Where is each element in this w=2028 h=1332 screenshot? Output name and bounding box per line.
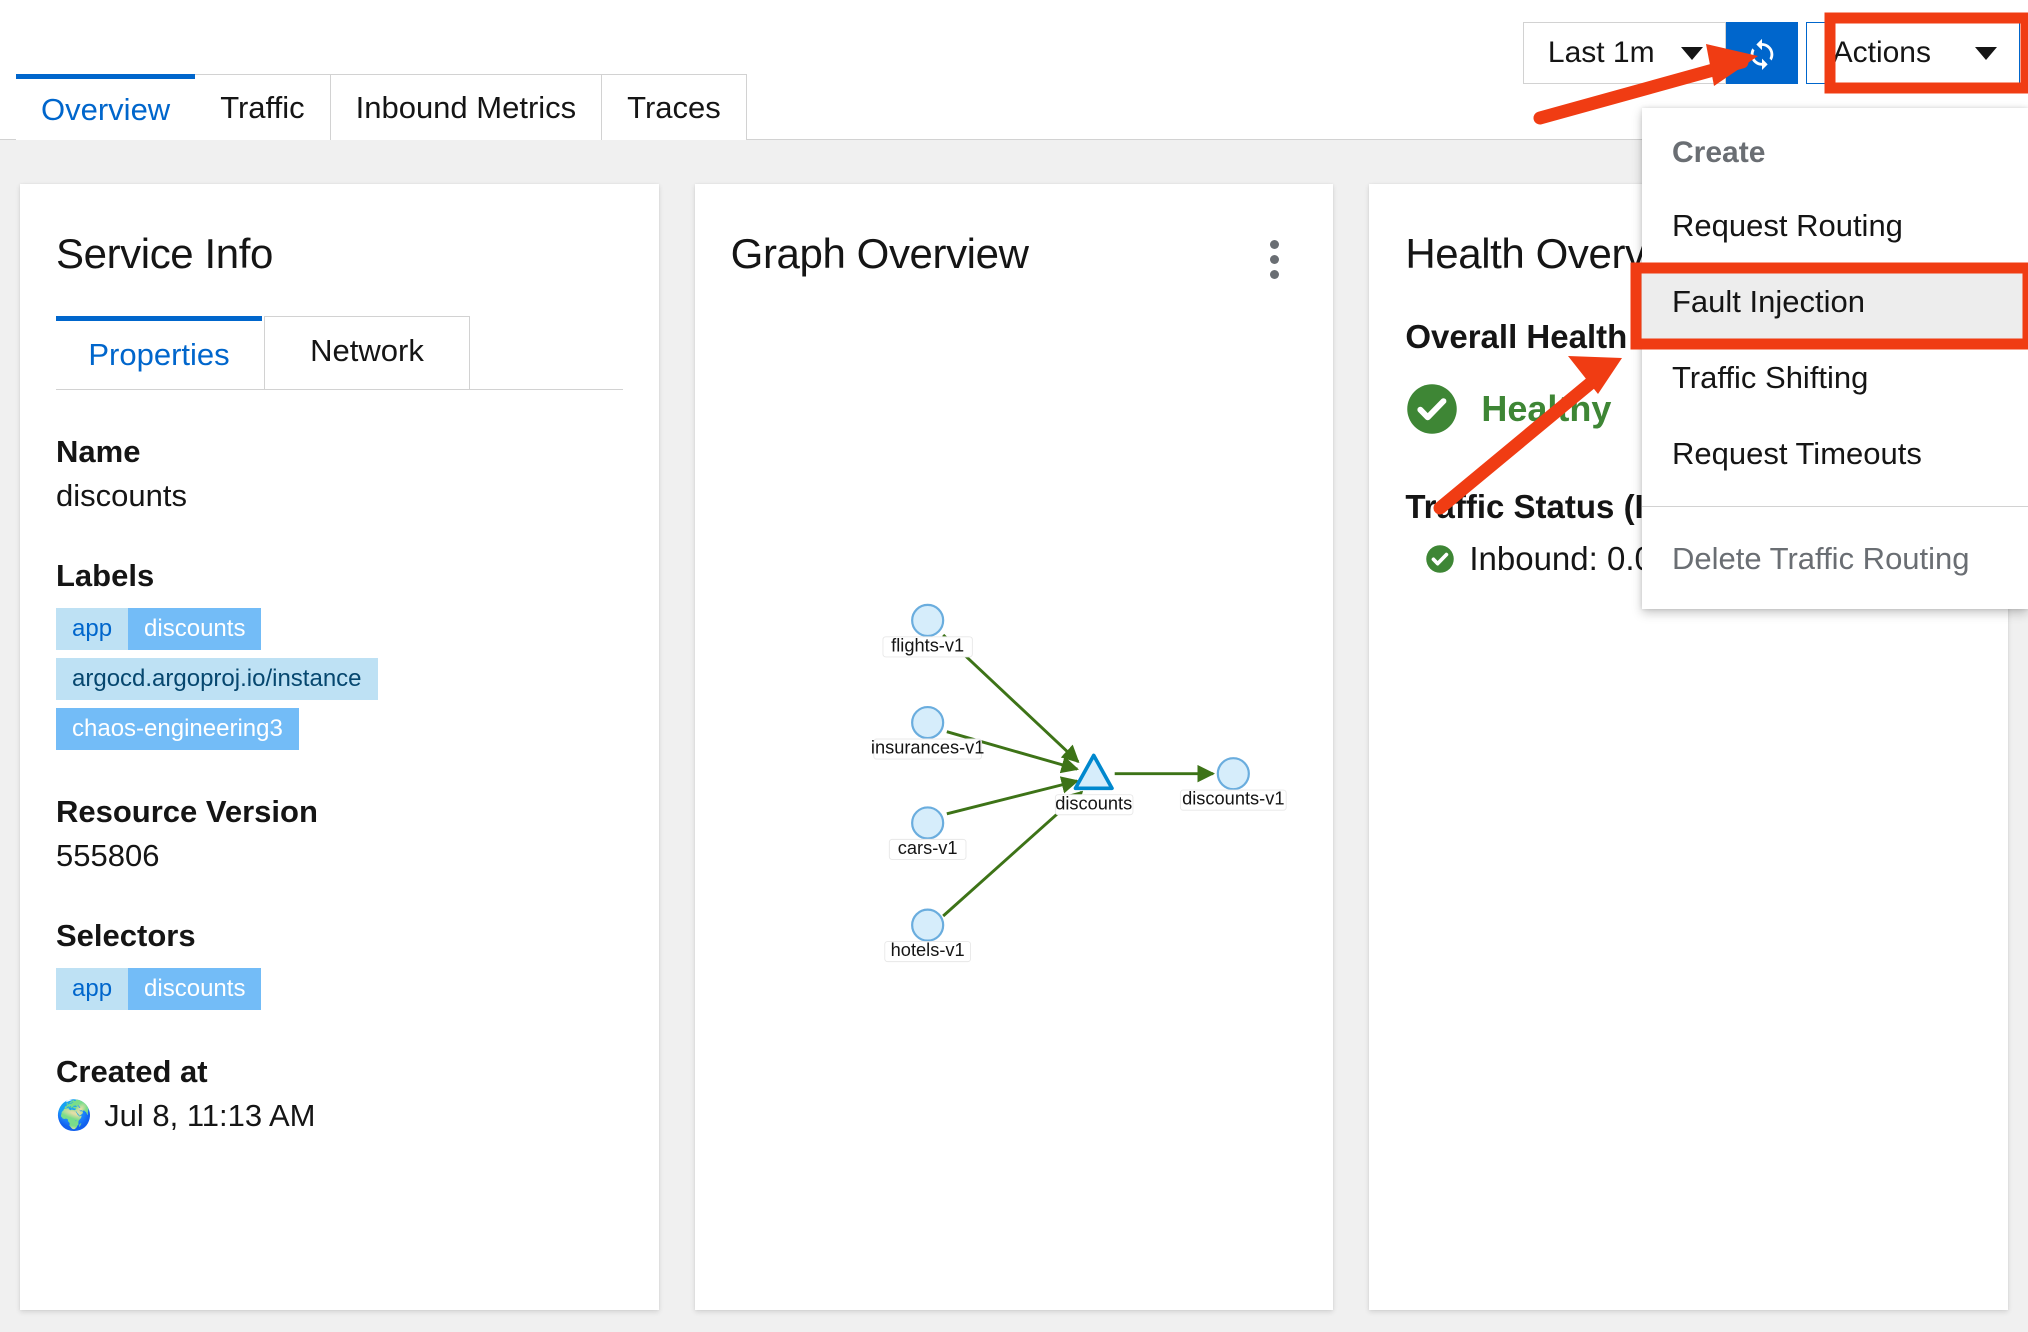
chevron-down-icon bbox=[1975, 46, 1997, 60]
subtab-label: Network bbox=[310, 333, 424, 368]
tab-overview[interactable]: Overview bbox=[16, 74, 196, 140]
graph-node-hotels-v1[interactable]: hotels-v1 bbox=[883, 908, 971, 963]
actions-dropdown-menu: Create Request Routing Fault Injection T… bbox=[1642, 108, 2028, 609]
service-info-card: Service Info Properties Network Name dis… bbox=[20, 184, 659, 1310]
check-circle-icon bbox=[1407, 384, 1458, 434]
labels-badges: app discounts argocd.argoproj.io/instanc… bbox=[56, 608, 659, 750]
menu-item-traffic-shifting[interactable]: Traffic Shifting bbox=[1642, 340, 2028, 416]
time-range-select[interactable]: Last 1m bbox=[1522, 22, 1726, 84]
service-graph[interactable]: flights-v1 insurances-v1 cars-v1 hotels-… bbox=[695, 314, 1334, 1310]
node-label: discounts-v1 bbox=[1182, 788, 1284, 809]
property-selectors: Selectors app discounts bbox=[56, 918, 659, 1010]
badge-key: app bbox=[56, 608, 129, 650]
node-circle bbox=[910, 806, 944, 840]
property-created-at: Created at 🌍 Jul 8, 11:13 AM bbox=[56, 1054, 659, 1134]
toolbar: Last 1m Actions bbox=[1522, 22, 2020, 84]
name-label: Name bbox=[56, 434, 141, 469]
graph-node-insurances-v1[interactable]: insurances-v1 bbox=[871, 705, 985, 760]
badge-key: app bbox=[56, 968, 129, 1010]
tab-label: Traffic bbox=[220, 89, 305, 125]
service-info-title: Service Info bbox=[56, 230, 273, 277]
resource-version-label: Resource Version bbox=[56, 794, 318, 829]
graph-node-discounts-v1[interactable]: discounts-v1 bbox=[1179, 757, 1287, 811]
actions-button-label: Actions bbox=[1832, 36, 1931, 69]
tab-traces[interactable]: Traces bbox=[601, 74, 747, 140]
node-label: discounts bbox=[1055, 792, 1132, 813]
graph-canvas[interactable]: flights-v1 insurances-v1 cars-v1 hotels-… bbox=[695, 314, 1334, 1310]
kebab-menu-icon[interactable] bbox=[1266, 236, 1283, 283]
selector-badge[interactable]: app discounts bbox=[56, 968, 262, 1010]
tab-label: Traces bbox=[627, 89, 721, 125]
menu-item-fault-injection[interactable]: Fault Injection bbox=[1642, 264, 2028, 340]
graph-edges bbox=[941, 633, 1215, 918]
chevron-down-icon bbox=[1680, 46, 1703, 60]
menu-item-delete-traffic-routing: Delete Traffic Routing bbox=[1672, 541, 1970, 576]
menu-item-request-timeouts[interactable]: Request Timeouts bbox=[1642, 416, 2028, 492]
created-at-row: 🌍 Jul 8, 11:13 AM bbox=[56, 1098, 659, 1134]
node-label: cars-v1 bbox=[897, 837, 957, 858]
property-resource-version: Resource Version 555806 bbox=[56, 794, 659, 874]
subtab-properties[interactable]: Properties bbox=[56, 316, 262, 389]
menu-item-request-routing[interactable]: Request Routing bbox=[1642, 188, 2028, 264]
refresh-icon bbox=[1750, 38, 1773, 70]
app-root: Last 1m Actions Overview Traffic Inbound… bbox=[0, 0, 2028, 1332]
graph-overview-title: Graph Overview bbox=[730, 230, 1029, 277]
property-labels: Labels app discounts argocd.argoproj.io/… bbox=[56, 558, 659, 750]
graph-node-cars-v1[interactable]: cars-v1 bbox=[888, 806, 967, 860]
tab-inbound-metrics[interactable]: Inbound Metrics bbox=[329, 74, 603, 140]
node-label: flights-v1 bbox=[891, 634, 964, 655]
service-info-subtabs: Properties Network bbox=[56, 316, 623, 390]
tab-label: Overview bbox=[41, 91, 171, 127]
subtab-network[interactable]: Network bbox=[264, 316, 470, 389]
globe-icon: 🌍 bbox=[56, 1099, 93, 1132]
actions-button[interactable]: Actions bbox=[1805, 22, 2020, 84]
property-name: Name discounts bbox=[56, 434, 659, 514]
graph-overview-card: Graph Overview flights-v1 insurances-v1 … bbox=[694, 184, 1334, 1310]
tab-bar: Overview Traffic Inbound Metrics Traces bbox=[16, 74, 747, 140]
dropdown-divider bbox=[1642, 506, 2028, 507]
badge-value: chaos-engineering3 bbox=[56, 708, 299, 750]
badge-value: discounts bbox=[128, 608, 262, 650]
node-circle bbox=[910, 603, 944, 638]
label-badge[interactable]: argocd.argoproj.io/instance bbox=[56, 658, 378, 700]
graph-nodes: flights-v1 insurances-v1 cars-v1 hotels-… bbox=[871, 603, 1287, 963]
tab-traffic[interactable]: Traffic bbox=[194, 74, 331, 140]
selectors-label: Selectors bbox=[56, 918, 196, 953]
time-range-value: Last 1m bbox=[1547, 36, 1655, 69]
badge-key: argocd.argoproj.io/instance bbox=[56, 658, 378, 700]
name-value: discounts bbox=[56, 478, 187, 513]
node-label: insurances-v1 bbox=[871, 737, 985, 758]
badge-value: discounts bbox=[128, 968, 262, 1010]
selectors-badges: app discounts bbox=[56, 968, 659, 1010]
dropdown-header-create: Create bbox=[1672, 136, 1766, 169]
node-circle bbox=[910, 908, 944, 942]
resource-version-value: 555806 bbox=[56, 838, 160, 873]
label-badge[interactable]: app discounts bbox=[56, 608, 262, 650]
labels-label: Labels bbox=[56, 558, 155, 593]
refresh-button[interactable] bbox=[1725, 22, 1798, 84]
graph-node-flights-v1[interactable]: flights-v1 bbox=[882, 603, 973, 658]
node-circle bbox=[1216, 757, 1250, 791]
node-label: hotels-v1 bbox=[890, 939, 964, 960]
check-circle-icon bbox=[1426, 545, 1455, 573]
node-triangle bbox=[1073, 753, 1114, 791]
created-at-value: Jul 8, 11:13 AM bbox=[104, 1098, 316, 1133]
node-circle bbox=[910, 705, 944, 740]
created-at-label: Created at bbox=[56, 1054, 208, 1089]
label-badge[interactable]: chaos-engineering3 bbox=[56, 708, 299, 750]
health-status-text: Healthy bbox=[1481, 388, 1612, 429]
tab-label: Inbound Metrics bbox=[355, 89, 577, 125]
subtab-label: Properties bbox=[88, 337, 230, 372]
